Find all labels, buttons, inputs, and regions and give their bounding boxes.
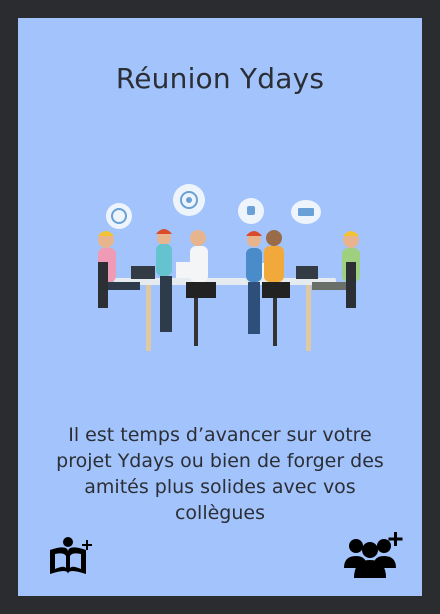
event-card: Réunion Ydays Il est temps d’avancer sur… [18, 18, 422, 596]
idea-bubbles-icon [106, 184, 321, 229]
card-title: Réunion Ydays [115, 62, 325, 95]
add-group-button[interactable] [342, 530, 406, 580]
group-plus-icon [344, 532, 403, 578]
team-meeting-illustration [98, 184, 360, 351]
book-plus-icon [50, 537, 92, 574]
add-study-button[interactable] [46, 534, 96, 580]
card-description: Il est temps d’avancer sur votre projet … [56, 424, 384, 524]
